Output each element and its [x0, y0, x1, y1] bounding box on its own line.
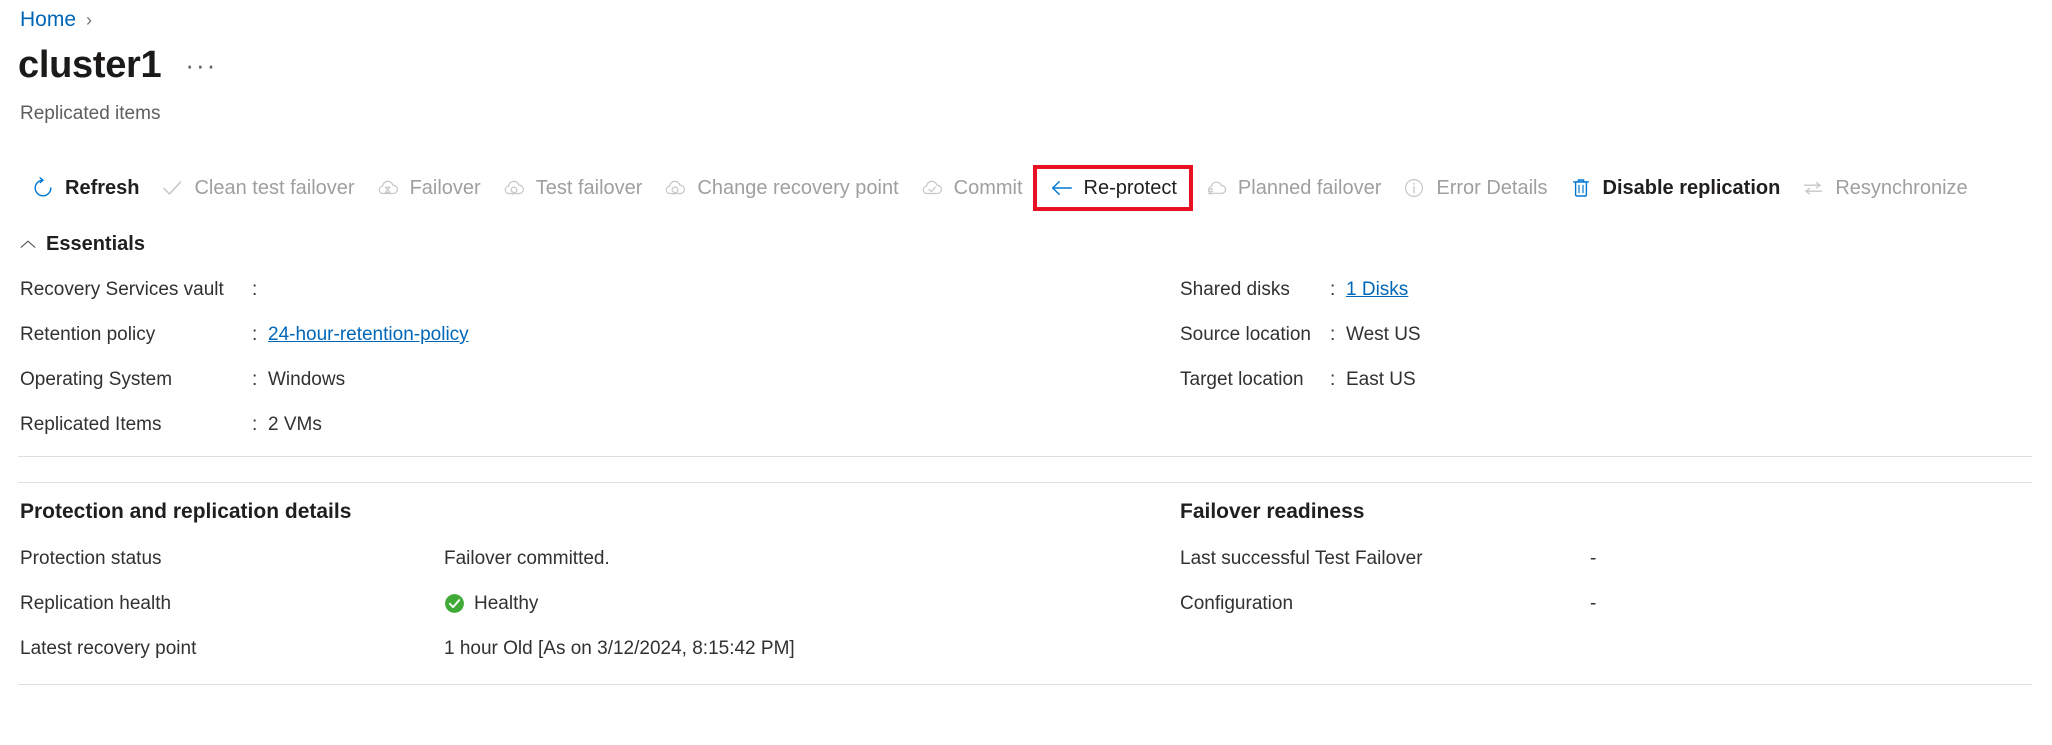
refresh-icon [30, 175, 56, 201]
re-protect-button[interactable]: Re-protect [1032, 165, 1193, 211]
failover-readiness-title: Failover readiness [1180, 500, 1365, 523]
commit-label: Commit [953, 177, 1023, 199]
breadcrumb: Home › [20, 8, 92, 32]
configuration-label: Configuration [1180, 592, 1294, 614]
refresh-label: Refresh [65, 177, 140, 199]
divider [18, 684, 2032, 685]
replication-health-status-text: Healthy [474, 592, 539, 614]
essentials-left-column: Recovery Services vault : Retention poli… [20, 279, 469, 459]
failover-readiness-section: Failover readiness Last successful Test … [1180, 500, 1596, 626]
info-circle-icon [1401, 175, 1427, 201]
chevron-up-icon [20, 237, 36, 253]
resynchronize-label: Resynchronize [1835, 177, 1968, 199]
refresh-button[interactable]: Refresh [20, 166, 149, 210]
configuration-row: Configuration - [1180, 581, 1596, 626]
replication-health-value-group: Healthy [444, 593, 538, 615]
disable-replication-label: Disable replication [1602, 177, 1781, 199]
last-successful-test-failover-value: - [1590, 547, 1597, 569]
change-recovery-point-label: Change recovery point [697, 177, 899, 199]
essentials-row-operating-system: Operating System : Windows [20, 369, 469, 414]
essentials-value: Windows [268, 369, 346, 390]
commit-button[interactable]: Commit [909, 166, 1033, 210]
essentials-row-shared-disks: Shared disks : 1 Disks [1180, 279, 1421, 324]
chevron-right-icon: › [86, 10, 93, 30]
essentials-colon: : [252, 414, 258, 435]
test-failover-button[interactable]: Test failover [491, 166, 653, 210]
re-protect-label: Re-protect [1083, 177, 1177, 199]
essentials-key: Shared disks [1180, 279, 1290, 300]
protection-status-label: Protection status [20, 547, 162, 569]
essentials-row-target-location: Target location : East US [1180, 369, 1421, 414]
page-title: cluster1 [18, 44, 162, 86]
replication-health-label: Replication health [20, 592, 172, 614]
last-successful-test-failover-row: Last successful Test Failover - [1180, 536, 1596, 581]
essentials-toggle[interactable]: Essentials [20, 233, 145, 256]
essentials-row-retention-policy: Retention policy : 24-hour-retention-pol… [20, 324, 469, 369]
resync-arrows-icon [1800, 175, 1826, 201]
cloud-commit-icon [919, 175, 945, 201]
essentials-value: West US [1346, 324, 1421, 345]
essentials-colon: : [252, 279, 258, 300]
planned-failover-label: Planned failover [1237, 177, 1382, 199]
more-options-icon[interactable]: ··· [185, 52, 217, 78]
essentials-colon: : [1330, 369, 1336, 390]
disable-replication-button[interactable]: Disable replication [1558, 166, 1791, 210]
essentials-colon: : [252, 324, 258, 345]
change-recovery-point-button[interactable]: Change recovery point [652, 166, 908, 210]
cloud-planned-icon [1203, 175, 1229, 201]
essentials-right-column: Shared disks : 1 Disks Source location :… [1180, 279, 1421, 414]
latest-recovery-point-value: 1 hour Old [As on 3/12/2024, 8:15:42 PM] [444, 637, 795, 659]
clean-test-failover-label: Clean test failover [194, 177, 355, 199]
checkmark-icon [159, 175, 185, 201]
arrow-left-icon [1049, 175, 1075, 201]
protection-status-value: Failover committed. [444, 547, 610, 569]
essentials-key: Retention policy [20, 324, 156, 345]
shared-disks-link[interactable]: 1 Disks [1346, 279, 1408, 301]
breadcrumb-home-link[interactable]: Home [20, 8, 76, 32]
resynchronize-button[interactable]: Resynchronize [1790, 166, 1977, 210]
essentials-key: Target location [1180, 369, 1304, 390]
essentials-row-replicated-items: Replicated Items : 2 VMs [20, 414, 469, 459]
latest-recovery-point-row: Latest recovery point 1 hour Old [As on … [20, 626, 795, 671]
cloud-failover-icon [375, 175, 401, 201]
failover-button[interactable]: Failover [365, 166, 491, 210]
protection-details-section: Protection and replication details Prote… [20, 500, 795, 671]
essentials-value: East US [1346, 369, 1416, 390]
health-success-icon [444, 593, 465, 614]
page-title-row: cluster1 ··· [18, 46, 217, 84]
essentials-colon: : [1330, 279, 1336, 300]
essentials-colon: : [1330, 324, 1336, 345]
failover-label: Failover [409, 177, 481, 199]
error-details-label: Error Details [1436, 177, 1548, 199]
cloud-recovery-point-icon [662, 175, 688, 201]
cloud-test-failover-icon [501, 175, 527, 201]
essentials-row-recovery-services-vault: Recovery Services vault : [20, 279, 469, 324]
planned-failover-button[interactable]: Planned failover [1193, 166, 1391, 210]
protection-status-row: Protection status Failover committed. [20, 536, 795, 581]
protection-details-title: Protection and replication details [20, 500, 352, 523]
test-failover-label: Test failover [535, 177, 643, 199]
retention-policy-link[interactable]: 24-hour-retention-policy [268, 324, 469, 346]
command-bar: Refresh Clean test failover Failover Tes… [0, 165, 2052, 211]
essentials-value: 2 VMs [268, 414, 322, 435]
configuration-value: - [1590, 592, 1597, 614]
divider [18, 482, 2032, 483]
essentials-colon: : [252, 369, 258, 390]
replication-health-row: Replication health Healthy [20, 581, 795, 626]
page-subtitle: Replicated items [20, 103, 161, 124]
last-successful-test-failover-label: Last successful Test Failover [1180, 547, 1423, 569]
divider [18, 456, 2032, 457]
clean-test-failover-button[interactable]: Clean test failover [149, 166, 364, 210]
latest-recovery-point-label: Latest recovery point [20, 637, 197, 659]
essentials-key: Operating System [20, 369, 173, 390]
essentials-row-source-location: Source location : West US [1180, 324, 1421, 369]
essentials-key: Source location [1180, 324, 1311, 345]
essentials-key: Replicated Items [20, 414, 162, 435]
essentials-key: Recovery Services vault [20, 279, 224, 300]
error-details-button[interactable]: Error Details [1391, 166, 1557, 210]
trash-icon [1568, 175, 1594, 201]
essentials-label: Essentials [46, 233, 145, 255]
